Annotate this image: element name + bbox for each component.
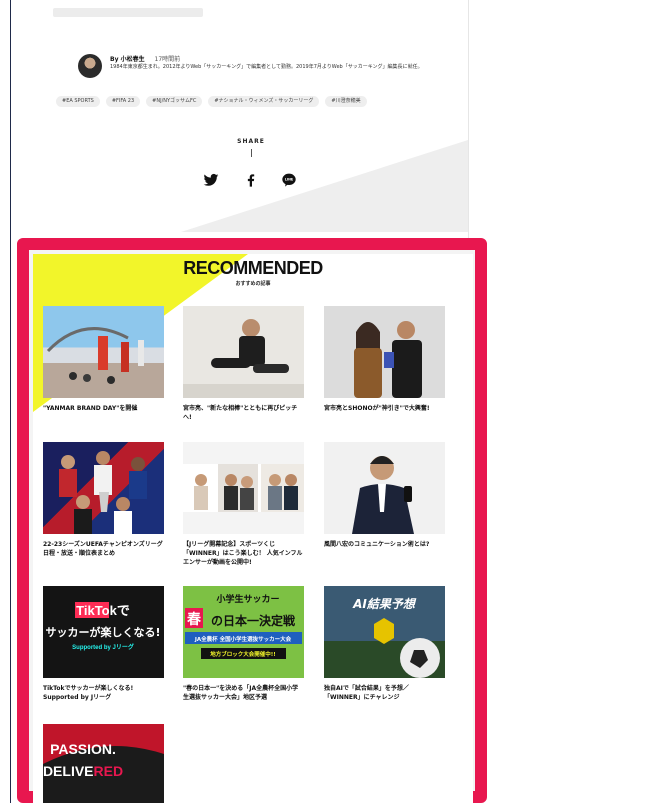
- article-caption[interactable]: 独自AIで「試合結果」を予想／「WINNER」にチャレンジ: [324, 684, 445, 702]
- article-card-ai-prediction[interactable]: AI結果予想 独自AIで「試合結果」を予想／「WINNER」にチャレンジ: [324, 586, 445, 702]
- article-thumbnail[interactable]: [324, 442, 445, 534]
- article-caption[interactable]: "春の日本一"を決める「JA全農杯全国小学生選抜サッカー大会」地区予選: [183, 684, 304, 702]
- share-divider: [250, 149, 252, 157]
- article-caption[interactable]: 【Jリーグ開幕記念】スポーツくじ「WINNER」はこう楽しむ！ 人気インフルエン…: [183, 540, 304, 567]
- author-bio: 1984年東京都生まれ。2012年よりWeb「サッカーキング」で編集者として勤務…: [110, 64, 423, 70]
- twitter-icon[interactable]: [203, 172, 219, 188]
- article-caption[interactable]: 22-23シーズンUEFAチャンピオンズリーグ日程・放送・順位表まとめ: [43, 540, 164, 558]
- ja-top-text: 小学生サッカー: [215, 593, 279, 605]
- recommended-section: RECOMMENDED おすすめの記事 "YANMAR BRAND DAY"を開…: [33, 254, 473, 803]
- article-thumbnail[interactable]: PASSION. DELIVERED: [43, 724, 164, 803]
- passion-line-2: DELIVERED: [43, 763, 123, 779]
- faded-heading: [53, 8, 203, 17]
- passion-line-1: PASSION.: [50, 741, 116, 757]
- article-caption[interactable]: 風間八宏のコミュニケーション術とは?: [324, 540, 445, 549]
- author-block: By 小松春生 17時間前 1984年東京都生まれ。2012年よりWeb「サッカ…: [66, 48, 466, 88]
- article-card-miyaichi-partner[interactable]: 宮市亮、"新たな相棒"とともに再びピッチへ!: [183, 306, 304, 422]
- passion-line-2a: DELIVE: [43, 763, 94, 779]
- recommended-title: RECOMMENDED: [183, 258, 323, 278]
- passion-line-2b: RED: [94, 763, 124, 779]
- article-card-kazama[interactable]: 風間八宏のコミュニケーション術とは?: [324, 442, 445, 549]
- post-time: 17時間前: [154, 56, 181, 63]
- author-avatar[interactable]: [78, 54, 102, 78]
- article-thumbnail[interactable]: [183, 442, 304, 534]
- tag-nwsl[interactable]: #ナショナル・ウィメンズ・サッカーリーグ: [208, 96, 320, 107]
- tag-ea-sports[interactable]: #EA SPORTS: [56, 96, 100, 107]
- article-card-ja-cup[interactable]: 小学生サッカー 春 の日本一決定戦 JA全農杯 全国小学生選抜サッカー大会 地方…: [183, 586, 304, 702]
- article-card-passion[interactable]: PASSION. DELIVERED: [43, 724, 164, 803]
- ja-spring-text: 春: [186, 611, 202, 628]
- tiktok-logo-text: TikTokで: [76, 603, 130, 618]
- article-caption[interactable]: 宮市亮、"新たな相棒"とともに再びピッチへ!: [183, 404, 304, 422]
- facebook-icon[interactable]: [243, 172, 259, 188]
- article-thumbnail[interactable]: [43, 306, 164, 398]
- share-section: SHARE LINE: [191, 138, 311, 198]
- article-thumbnail[interactable]: [183, 306, 304, 398]
- article-caption[interactable]: "YANMAR BRAND DAY"を開催: [43, 404, 164, 413]
- author-meta: By 小松春生 17時間前: [110, 54, 180, 63]
- share-icons: LINE: [191, 172, 311, 188]
- article-thumbnail[interactable]: TikTokで サッカーが楽しくなる! Supported by Jリーグ: [43, 586, 164, 678]
- tag-list: #EA SPORTS #FIFA 23 #NJ/NYゴッサムFC #ナショナル・…: [56, 96, 466, 108]
- tag-fifa-23[interactable]: #FIFA 23: [105, 96, 141, 107]
- article-thumbnail[interactable]: [324, 306, 445, 398]
- article-caption[interactable]: TikTokでサッカーが楽しくなる! Supported by Jリーグ: [43, 684, 164, 702]
- tag-gotham-fc[interactable]: #NJ/NYゴッサムFC: [146, 96, 203, 107]
- recommended-subtitle: おすすめの記事: [235, 281, 271, 287]
- article-thumbnail[interactable]: AI結果予想: [324, 586, 445, 678]
- ja-band-text: JA全農杯 全国小学生選抜サッカー大会: [194, 635, 292, 643]
- share-label: SHARE: [237, 138, 265, 145]
- tag-kawasumi[interactable]: #川澄奈穂美: [325, 96, 367, 107]
- article-card-yanmar[interactable]: "YANMAR BRAND DAY"を開催: [43, 306, 164, 413]
- tiktok-headline: サッカーが楽しくなる!: [45, 625, 160, 639]
- tiktok-sub: Supported by Jリーグ: [72, 643, 134, 651]
- article-footer: By 小松春生 17時間前 1984年東京都生まれ。2012年よりWeb「サッカ…: [11, 0, 468, 232]
- article-thumbnail[interactable]: 小学生サッカー 春 の日本一決定戦 JA全農杯 全国小学生選抜サッカー大会 地方…: [183, 586, 304, 678]
- line-icon[interactable]: LINE: [281, 172, 297, 188]
- article-caption[interactable]: 宮市亮とSHONOが"神引き"で大興奮!: [324, 404, 445, 413]
- line-icon-text: LINE: [285, 178, 294, 182]
- ja-sub-text: 地方ブロック大会開催中!!: [210, 650, 276, 658]
- article-card-miyaichi-shono[interactable]: 宮市亮とSHONOが"神引き"で大興奮!: [324, 306, 445, 413]
- ai-title-text: AI結果予想: [352, 597, 417, 611]
- author-name[interactable]: By 小松春生: [110, 56, 145, 63]
- article-card-tiktok[interactable]: TikTokで サッカーが楽しくなる! Supported by Jリーグ Ti…: [43, 586, 164, 702]
- article-thumbnail[interactable]: [43, 442, 164, 534]
- ja-main-text: の日本一決定戦: [211, 613, 296, 628]
- article-card-ucl[interactable]: 22-23シーズンUEFAチャンピオンズリーグ日程・放送・順位表まとめ: [43, 442, 164, 558]
- article-card-winner-influencers[interactable]: 【Jリーグ開幕記念】スポーツくじ「WINNER」はこう楽しむ！ 人気インフルエン…: [183, 442, 304, 567]
